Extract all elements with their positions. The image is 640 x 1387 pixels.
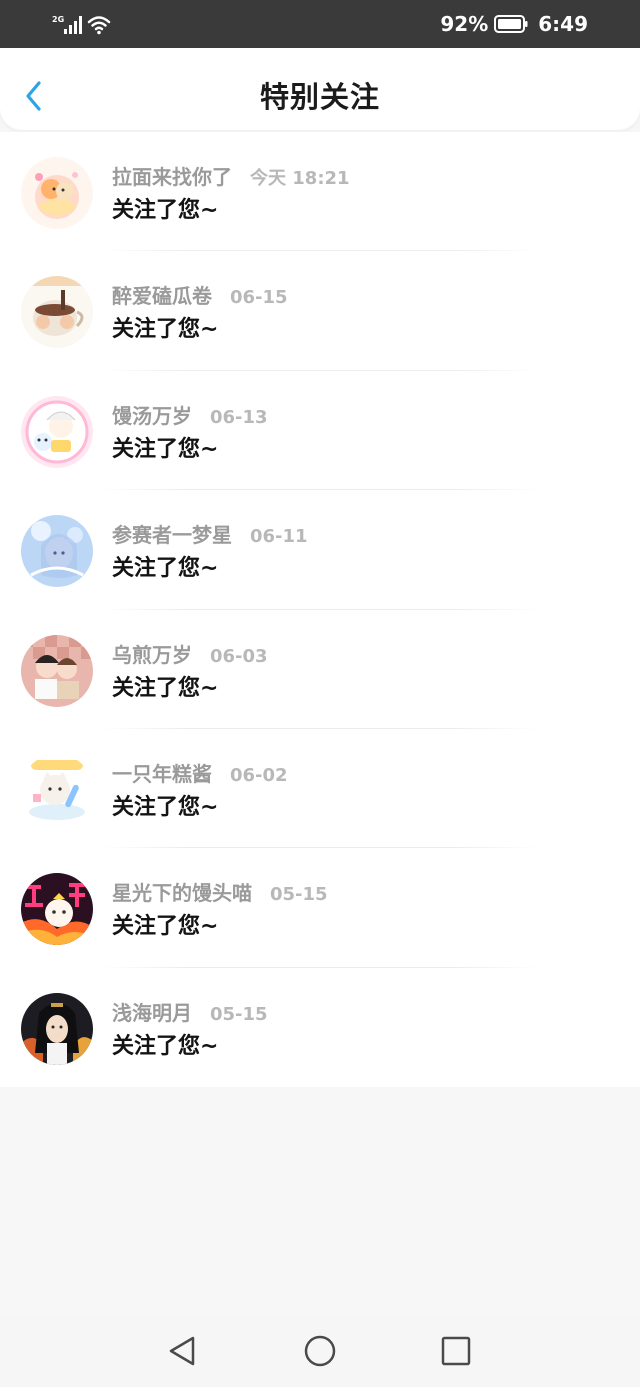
page-title: 特别关注	[259, 80, 380, 114]
follow-notification-list: 拉面来找你了 今天 18:21 关注了您~ 醉爱磕瓜卷 06-15 关注了您~	[0, 132, 640, 1087]
status-bar: 2G 92% 6:49	[0, 0, 640, 48]
timestamp: 今天 18:21	[250, 168, 350, 189]
avatar[interactable]	[21, 992, 93, 1065]
clock: 6:49	[538, 12, 588, 36]
message-text: 关注了您~	[112, 556, 219, 582]
message-text: 关注了您~	[112, 317, 219, 343]
timestamp: 06-13	[210, 406, 268, 428]
avatar[interactable]	[21, 634, 93, 707]
message-text: 关注了您~	[112, 198, 219, 223]
user-name[interactable]: 一只年糕酱	[112, 758, 212, 787]
message-text: 关注了您~	[112, 675, 219, 701]
timestamp: 06-15	[230, 287, 288, 309]
list-item[interactable]: 一只年糕酱 06-02 关注了您~	[0, 729, 640, 849]
battery-percent: 92%	[440, 12, 489, 36]
list-item[interactable]: 拉面来找你了 今天 18:21 关注了您~	[0, 132, 640, 252]
user-name[interactable]: 浅海明月	[112, 997, 192, 1026]
avatar[interactable]	[21, 276, 93, 349]
user-name[interactable]: 馒汤万岁	[112, 400, 192, 429]
message-text: 关注了您~	[112, 436, 219, 462]
header: 特别关注	[0, 48, 640, 130]
avatar[interactable]	[21, 395, 93, 468]
timestamp: 06-03	[210, 645, 268, 667]
network-type: 2G	[52, 15, 64, 24]
list-item[interactable]: 馒汤万岁 06-13 关注了您~	[0, 371, 640, 491]
timestamp: 06-11	[250, 526, 308, 548]
signal-icon: 2G	[52, 15, 111, 35]
message-text: 关注了您~	[112, 914, 219, 940]
user-name[interactable]: 乌煎万岁	[112, 639, 192, 668]
list-item[interactable]: 星光下的馒头喵 05-15 关注了您~	[0, 848, 640, 968]
user-name[interactable]: 醉爱磕瓜卷	[112, 280, 212, 309]
list-item[interactable]: 参赛者一梦星 06-11 关注了您~	[0, 490, 640, 610]
user-name[interactable]: 星光下的馒头喵	[112, 877, 252, 906]
timestamp: 05-15	[210, 1003, 268, 1025]
user-name[interactable]: 参赛者一梦星	[112, 519, 232, 548]
message-text: 关注了您~	[112, 794, 219, 820]
timestamp: 05-15	[270, 884, 328, 906]
list-item[interactable]: 乌煎万岁 06-03 关注了您~	[0, 610, 640, 729]
home-circle-icon[interactable]	[302, 1333, 338, 1369]
avatar[interactable]	[21, 157, 93, 229]
back-triangle-icon[interactable]	[165, 1333, 201, 1369]
avatar[interactable]	[21, 515, 93, 588]
avatar[interactable]	[21, 873, 93, 946]
list-item[interactable]: 浅海明月 05-15 关注了您~	[0, 968, 640, 1087]
message-text: 关注了您~	[112, 1033, 219, 1059]
list-item[interactable]: 醉爱磕瓜卷 06-15 关注了您~	[0, 251, 640, 371]
system-nav-bar	[0, 1315, 640, 1387]
user-name[interactable]: 拉面来找你了	[112, 161, 232, 190]
timestamp: 06-02	[230, 764, 288, 786]
wifi-icon	[87, 16, 111, 31]
battery-icon	[494, 15, 528, 33]
avatar[interactable]	[21, 753, 93, 826]
recents-square-icon[interactable]	[438, 1333, 474, 1369]
